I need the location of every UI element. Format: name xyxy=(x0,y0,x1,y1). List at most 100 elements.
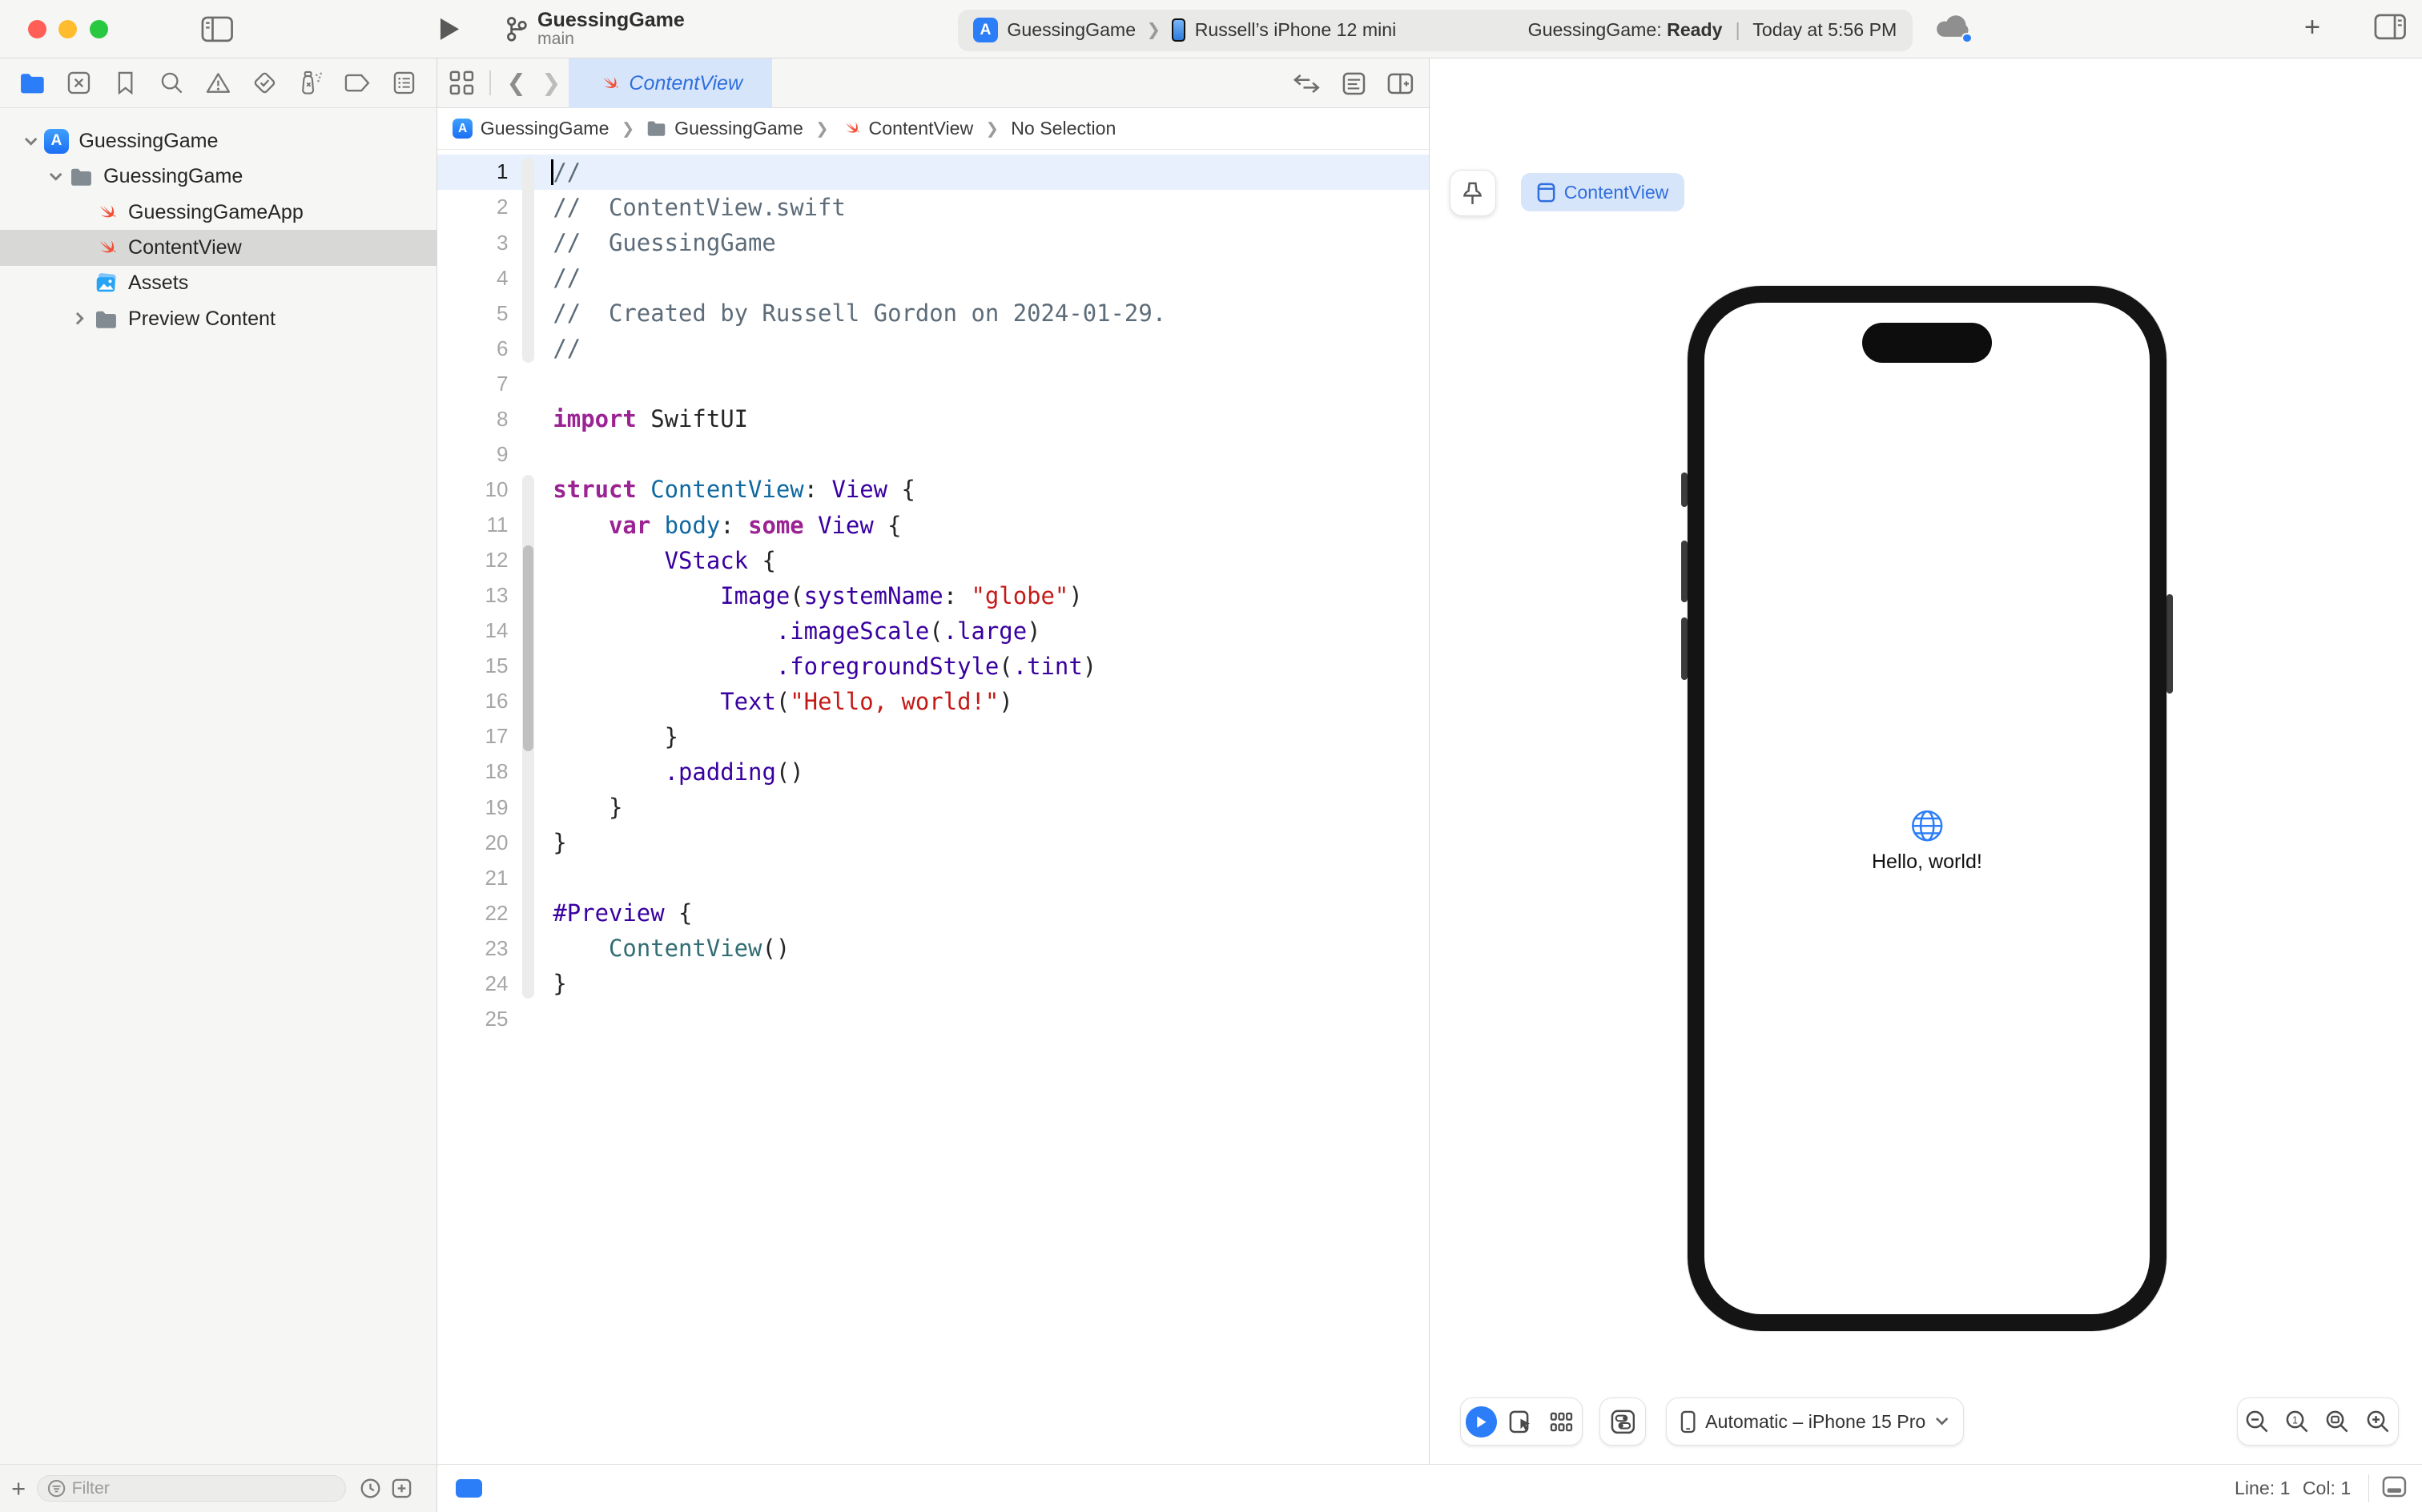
find-navigator-icon[interactable] xyxy=(155,66,188,99)
tab-contentview[interactable]: ContentView xyxy=(569,58,773,108)
run-button[interactable] xyxy=(439,17,461,42)
active-editor-indicator[interactable] xyxy=(456,1479,482,1498)
code-line-9[interactable]: 9 xyxy=(437,436,1429,472)
disclosure-down-icon[interactable] xyxy=(43,172,68,182)
breadcrumb-guessinggame[interactable]: AGuessingGame xyxy=(453,118,609,139)
pin-preview-button[interactable] xyxy=(1450,170,1496,216)
debug-navigator-icon[interactable] xyxy=(294,66,328,99)
cloud-sync-icon[interactable] xyxy=(1935,14,1972,45)
live-preview-button[interactable] xyxy=(1461,1397,1501,1446)
line-number[interactable]: 7 xyxy=(437,372,509,396)
disclosure-down-icon[interactable] xyxy=(18,137,43,147)
code-line-24[interactable]: 24} xyxy=(437,966,1429,1001)
code-line-20[interactable]: 20} xyxy=(437,825,1429,860)
line-number[interactable]: 8 xyxy=(437,407,509,432)
selectable-preview-button[interactable] xyxy=(1502,1397,1542,1446)
line-number[interactable]: 9 xyxy=(437,442,509,467)
line-number[interactable]: 2 xyxy=(437,195,509,219)
zoom-window-button[interactable] xyxy=(90,20,108,38)
tree-item-preview-content[interactable]: Preview Content xyxy=(0,301,437,336)
line-number[interactable]: 11 xyxy=(437,513,509,537)
tree-item-guessinggame[interactable]: GuessingGame xyxy=(0,159,437,195)
tree-item-guessinggame[interactable]: AGuessingGame xyxy=(0,123,437,159)
line-number[interactable]: 24 xyxy=(437,971,509,996)
breadcrumb-contentview[interactable]: ContentView xyxy=(841,118,973,139)
code-line-16[interactable]: 16 Text("Hello, world!") xyxy=(437,684,1429,719)
line-number[interactable]: 17 xyxy=(437,724,509,749)
line-number[interactable]: 22 xyxy=(437,901,509,926)
code-line-11[interactable]: 11 var body: some View { xyxy=(437,507,1429,542)
adjust-editor-options-icon[interactable] xyxy=(1342,72,1366,95)
tree-item-contentview[interactable]: ContentView xyxy=(0,230,437,265)
breadcrumb-guessinggame[interactable]: GuessingGame xyxy=(646,118,803,139)
code-line-3[interactable]: 3// GuessingGame xyxy=(437,225,1429,260)
line-number[interactable]: 5 xyxy=(437,301,509,326)
code-line-12[interactable]: 12 VStack { xyxy=(437,543,1429,578)
source-control-navigator-icon[interactable] xyxy=(62,66,95,99)
code-editor-area[interactable]: 1//2// ContentView.swift3// GuessingGame… xyxy=(437,150,1429,1464)
line-number[interactable]: 14 xyxy=(437,618,509,643)
line-number[interactable]: 15 xyxy=(437,653,509,678)
add-file-button[interactable]: + xyxy=(0,1474,37,1503)
code-line-17[interactable]: 17 } xyxy=(437,719,1429,754)
line-number[interactable]: 6 xyxy=(437,336,509,361)
code-line-6[interactable]: 6// xyxy=(437,331,1429,366)
zoom-in-icon[interactable] xyxy=(2358,1397,2398,1446)
test-navigator-icon[interactable] xyxy=(247,66,281,99)
tree-item-assets[interactable]: Assets xyxy=(0,266,437,301)
code-line-23[interactable]: 23 ContentView() xyxy=(437,931,1429,966)
code-review-icon[interactable] xyxy=(1293,74,1321,94)
report-navigator-icon[interactable] xyxy=(387,66,420,99)
iphone-preview-frame[interactable]: Hello, world! xyxy=(1688,286,2167,1332)
code-line-14[interactable]: 14 .imageScale(.large) xyxy=(437,613,1429,649)
code-line-10[interactable]: 10struct ContentView: View { xyxy=(437,472,1429,507)
code-line-15[interactable]: 15 .foregroundStyle(.tint) xyxy=(437,649,1429,684)
line-number[interactable]: 19 xyxy=(437,795,509,820)
line-number[interactable]: 12 xyxy=(437,548,509,573)
breadcrumb-no-selection[interactable]: No Selection xyxy=(1011,118,1116,139)
line-number[interactable]: 10 xyxy=(437,477,509,502)
line-number[interactable]: 18 xyxy=(437,759,509,784)
code-line-7[interactable]: 7 xyxy=(437,366,1429,401)
preview-target-chip[interactable]: ContentView xyxy=(1521,173,1684,211)
line-number[interactable]: 16 xyxy=(437,689,509,714)
navigator-toggle-icon[interactable] xyxy=(201,16,233,42)
filter-field[interactable] xyxy=(37,1475,346,1502)
project-navigator-icon[interactable] xyxy=(15,66,49,99)
line-number[interactable]: 20 xyxy=(437,830,509,855)
code-line-13[interactable]: 13 Image(systemName: "globe") xyxy=(437,578,1429,613)
forward-button[interactable]: ❯ xyxy=(541,69,561,97)
zoom-100-icon[interactable]: 1 xyxy=(2278,1397,2318,1446)
disclosure-right-icon[interactable] xyxy=(68,312,93,325)
back-button[interactable]: ❮ xyxy=(507,69,526,97)
code-line-4[interactable]: 4// xyxy=(437,260,1429,296)
zoom-out-icon[interactable] xyxy=(2238,1397,2278,1446)
destination-name[interactable]: Russell’s iPhone 12 mini xyxy=(1195,19,1397,41)
code-line-21[interactable]: 21 xyxy=(437,860,1429,895)
zoom-fit-icon[interactable] xyxy=(2318,1397,2358,1446)
line-number[interactable]: 23 xyxy=(437,936,509,961)
inspector-toggle-icon[interactable] xyxy=(2374,14,2406,40)
line-number[interactable]: 21 xyxy=(437,866,509,891)
minimize-window-button[interactable] xyxy=(58,20,77,38)
tree-item-guessinggameapp[interactable]: GuessingGameApp xyxy=(0,195,437,230)
issue-navigator-icon[interactable] xyxy=(201,66,235,99)
scheme-name[interactable]: GuessingGame xyxy=(1007,19,1136,41)
code-line-18[interactable]: 18 .padding() xyxy=(437,754,1429,790)
code-line-1[interactable]: 1// xyxy=(437,155,1429,190)
line-number[interactable]: 3 xyxy=(437,231,509,255)
close-window-button[interactable] xyxy=(28,20,46,38)
code-line-2[interactable]: 2// ContentView.swift xyxy=(437,190,1429,225)
source-control-filter-icon[interactable] xyxy=(391,1478,412,1499)
recent-files-icon[interactable] xyxy=(360,1478,381,1499)
code-line-19[interactable]: 19 } xyxy=(437,790,1429,825)
device-settings-button[interactable] xyxy=(1599,1397,1646,1446)
line-number[interactable]: 13 xyxy=(437,583,509,608)
preview-device-picker[interactable]: Automatic – iPhone 15 Pro xyxy=(1666,1397,1964,1446)
code-line-8[interactable]: 8import SwiftUI xyxy=(437,401,1429,436)
line-number[interactable]: 1 xyxy=(437,159,509,184)
code-line-25[interactable]: 25 xyxy=(437,1001,1429,1036)
preview-variants-button[interactable] xyxy=(1542,1397,1582,1446)
related-items-icon[interactable] xyxy=(449,70,474,95)
add-toolbar-button[interactable]: + xyxy=(2297,12,2328,43)
